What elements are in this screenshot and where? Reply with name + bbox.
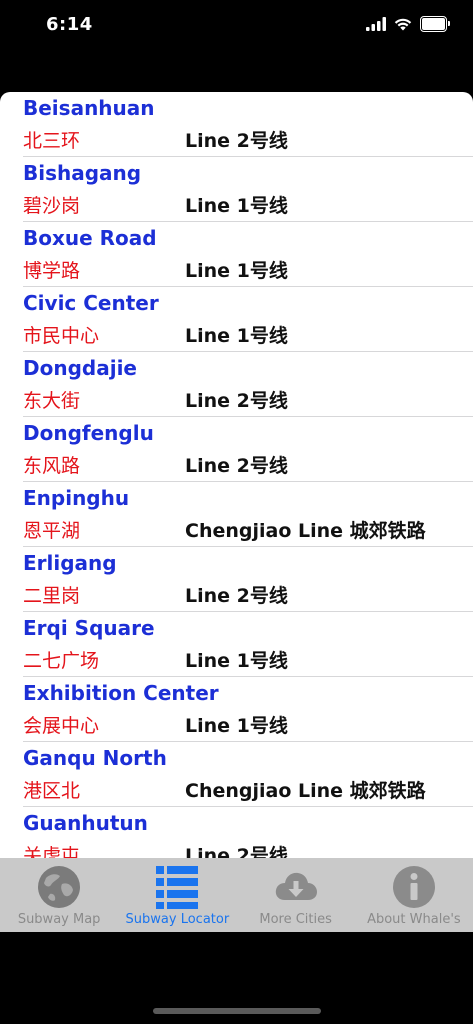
station-name-en: Boxue Road [23,226,157,250]
station-line: Line 1号线 [185,715,288,737]
station-name-en: Dongfenglu [23,421,154,445]
station-line: Line 1号线 [185,325,288,347]
station-line: Line 2号线 [185,130,288,152]
station-name-en: Guanhutun [23,811,148,835]
station-row[interactable]: Guanhutun 关虎屯 Line 2号线 [23,807,473,858]
tab-label: Subway Map [17,912,101,927]
station-row[interactable]: Boxue Road 博学路 Line 1号线 [23,222,473,287]
station-name-zh: 二里岗 [23,585,81,607]
station-name-en: Bishagang [23,161,142,185]
signal-icon [366,17,386,31]
app-screen: 6:14 Beisanhuan 北三环 Line 2号线 Bishagang 碧沙岗 Li… [0,0,473,1024]
station-list: Beisanhuan 北三环 Line 2号线 Bishagang 碧沙岗 Line 1号… [0,92,473,858]
station-line: Chengjiao Line 城郊铁路 [185,520,426,542]
station-name-en: Ganqu North [23,746,167,770]
station-line: Chengjiao Line 城郊铁路 [185,780,426,802]
station-row[interactable]: Civic Center 市民中心 Line 1号线 [23,287,473,352]
station-name-en: Exhibition Center [23,681,219,705]
station-row[interactable]: Beisanhuan 北三环 Line 2号线 [23,92,473,157]
status-time: 6:14 [46,14,93,35]
station-line: Line 1号线 [185,650,288,672]
station-row[interactable]: Erligang 二里岗 Line 2号线 [23,547,473,612]
tab-subway-locator[interactable]: Subway Locator [118,858,236,932]
station-name-en: Erqi Square [23,616,155,640]
station-line: Line 1号线 [185,260,288,282]
station-name-zh: 北三环 [23,130,81,152]
station-name-zh: 港区北 [23,780,81,802]
tab-label: More Cities [259,912,332,927]
station-row[interactable]: Erqi Square 二七广场 Line 1号线 [23,612,473,677]
home-indicator [153,1008,321,1014]
station-name-zh: 二七广场 [23,650,100,672]
station-row[interactable]: Dongdajie 东大街 Line 2号线 [23,352,473,417]
station-name-zh: 东风路 [23,455,81,477]
station-row[interactable]: Enpinghu 恩平湖 Chengjiao Line 城郊铁路 [23,482,473,547]
station-name-en: Enpinghu [23,486,130,510]
info-icon [392,866,435,908]
station-name-zh: 关虎屯 [23,845,81,858]
station-line: Line 2号线 [185,390,288,412]
station-name-zh: 会展中心 [23,715,100,737]
station-name-zh: 恩平湖 [23,520,81,542]
station-row[interactable]: Exhibition Center 会展中心 Line 1号线 [23,677,473,742]
station-name-zh: 博学路 [23,260,81,282]
cloud-download-icon [275,872,317,900]
tab-label: About Whale's [367,912,461,927]
battery-icon [420,16,450,32]
station-name-en: Civic Center [23,291,159,315]
tab-label: Subway Locator [125,912,230,927]
station-name-zh: 市民中心 [23,325,100,347]
status-icons [366,16,450,32]
tab-subway-map[interactable]: Subway Map [0,858,118,932]
station-name-zh: 东大街 [23,390,81,412]
station-name-zh: 碧沙岗 [23,195,81,217]
list-icon [156,866,199,909]
station-name-en: Erligang [23,551,117,575]
station-name-en: Beisanhuan [23,96,155,120]
station-list-sheet[interactable]: Beisanhuan 北三环 Line 2号线 Bishagang 碧沙岗 Line 1号… [0,92,473,858]
station-row[interactable]: Dongfenglu 东风路 Line 2号线 [23,417,473,482]
station-line: Line 2号线 [185,585,288,607]
tab-about[interactable]: About Whale's [355,858,473,932]
wifi-icon [394,18,412,31]
station-line: Line 2号线 [185,455,288,477]
station-line: Line 2号线 [185,845,288,858]
tab-more-cities[interactable]: More Cities [237,858,355,932]
station-row[interactable]: Ganqu North 港区北 Chengjiao Line 城郊铁路 [23,742,473,807]
status-bar: 6:14 [0,0,473,52]
station-name-en: Dongdajie [23,356,137,380]
globe-icon [38,866,81,908]
tab-bar: Subway Map Subway Locator More Cities Ab… [0,858,473,932]
station-line: Line 1号线 [185,195,288,217]
station-row[interactable]: Bishagang 碧沙岗 Line 1号线 [23,157,473,222]
